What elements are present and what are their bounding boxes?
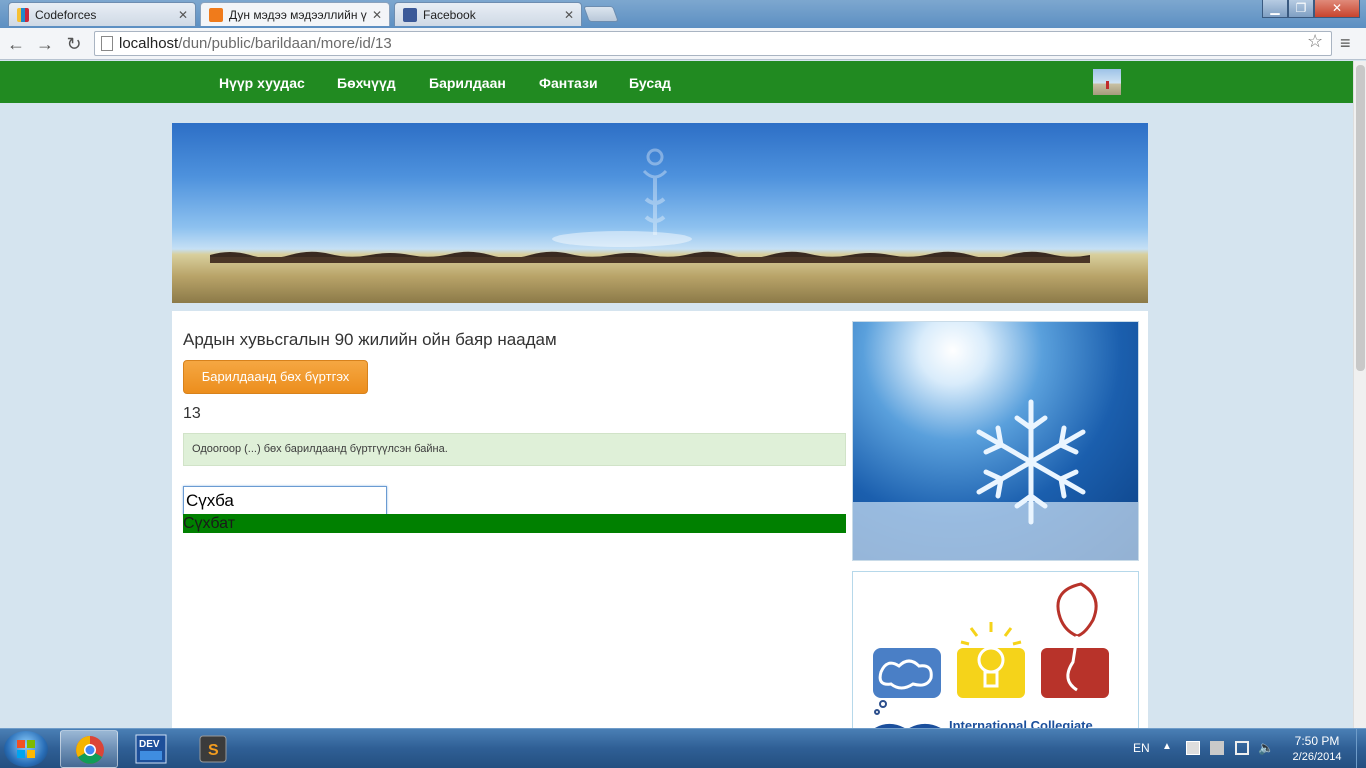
taskbar-chrome[interactable] [60, 730, 118, 768]
address-bar[interactable]: localhost/dun/public/barildaan/more/id/1… [94, 31, 1332, 56]
nav-wrestlers[interactable]: Бөхчүүд [337, 61, 396, 103]
autocomplete-suggestion[interactable]: Сүхбат [183, 514, 846, 533]
maximize-button[interactable]: ❐ [1288, 0, 1314, 18]
bookmark-star-icon[interactable]: ☆ [1307, 31, 1323, 52]
windows-start-button[interactable] [4, 731, 48, 767]
xampp-icon [209, 7, 223, 22]
tab-title: Facebook [423, 7, 476, 22]
reload-icon[interactable]: ↻ [62, 32, 86, 56]
avatar[interactable] [1093, 69, 1121, 95]
device-icon[interactable] [1210, 741, 1224, 755]
page-title: Ардын хувьсгалын 90 жилийн ойн баяр наад… [183, 330, 557, 349]
register-wrestler-button[interactable]: Барилдаанд бөх бүртгэх [183, 360, 368, 394]
url-host: localhost [119, 35, 179, 52]
menu-icon[interactable]: ≡ [1340, 33, 1351, 54]
registration-alert: Одоогоор (...) бөх барилдаанд бүртгүүлсэ… [183, 433, 846, 466]
tab-title: Дун мэдээ мэдээллийн ү [229, 7, 367, 22]
taskbar-devcpp[interactable]: DEV [122, 730, 180, 768]
tab-dun[interactable]: Дун мэдээ мэдээллийн ү ✕ [200, 2, 390, 26]
nav-fantasy[interactable]: Фантази [539, 61, 598, 103]
tab-facebook[interactable]: Facebook ✕ [394, 2, 582, 26]
devcpp-icon: DEV [135, 734, 167, 764]
sublime-text-icon: S [199, 735, 227, 763]
windows-logo-icon [17, 740, 35, 758]
clock-time[interactable]: 7:50 PM [1284, 734, 1350, 748]
nav-other[interactable]: Бусад [629, 61, 671, 103]
svg-text:S: S [208, 742, 219, 759]
chrome-icon [76, 736, 104, 764]
language-indicator[interactable]: EN [1133, 741, 1150, 755]
winter-snowflake-image [852, 321, 1139, 561]
codeforces-icon [17, 7, 29, 22]
forward-icon[interactable]: → [33, 32, 57, 56]
acm-icpc-banner: International Collegiate [852, 571, 1139, 728]
show-desktop-button[interactable] [1356, 729, 1366, 768]
new-tab-button[interactable] [583, 6, 619, 22]
close-icon[interactable]: ✕ [369, 8, 385, 22]
url-path: /dun/public/barildaan/more/id/13 [178, 35, 392, 52]
acm-text: International Collegiate [949, 718, 1093, 728]
wrestler-search-input[interactable] [183, 486, 387, 515]
tab-codeforces[interactable]: Codeforces ✕ [8, 2, 196, 26]
clock-date[interactable]: 2/26/2014 [1284, 751, 1350, 763]
nav-home[interactable]: Нүүр хуудас [219, 61, 305, 103]
tab-title: Codeforces [35, 7, 97, 22]
window-close-button[interactable]: ✕ [1314, 0, 1360, 18]
header-banner [172, 123, 1148, 303]
back-icon[interactable]: ← [4, 32, 28, 56]
svg-text:DEV: DEV [139, 739, 160, 750]
page-icon [101, 36, 113, 51]
horse-herd [210, 251, 1090, 263]
close-icon[interactable]: ✕ [561, 8, 577, 22]
facebook-icon [403, 7, 417, 22]
soyombo-emblem-icon [642, 148, 668, 235]
show-hidden-icons-icon[interactable]: ▲ [1162, 741, 1172, 752]
scroll-thumb[interactable] [1356, 65, 1365, 371]
snowflake-icon [853, 399, 1138, 560]
taskbar: DEV S EN ▲ 🔈 7:50 PM 2/26/2014 [0, 728, 1366, 768]
browser-titlebar: Codeforces ✕ Дун мэдээ мэдээллийн ү ✕ Fa… [0, 0, 1366, 28]
site-navbar: Нүүр хуудас Бөхчүүд Барилдаан Фантази Бу… [0, 61, 1353, 103]
action-center-icon[interactable] [1186, 741, 1200, 755]
page-scrollbar[interactable] [1353, 61, 1366, 728]
event-id: 13 [183, 405, 201, 422]
nav-competitions[interactable]: Барилдаан [429, 61, 506, 103]
main-content: Ардын хувьсгалын 90 жилийн ойн баяр наад… [172, 311, 1148, 728]
acm-logo-icon [873, 582, 1109, 728]
page-viewport: Нүүр хуудас Бөхчүүд Барилдаан Фантази Бу… [0, 61, 1353, 728]
network-icon[interactable] [1235, 741, 1249, 755]
minimize-button[interactable]: ▁ [1262, 0, 1288, 18]
taskbar-sublime[interactable]: S [184, 730, 242, 768]
close-icon[interactable]: ✕ [175, 8, 191, 22]
volume-icon[interactable]: 🔈 [1258, 741, 1274, 755]
